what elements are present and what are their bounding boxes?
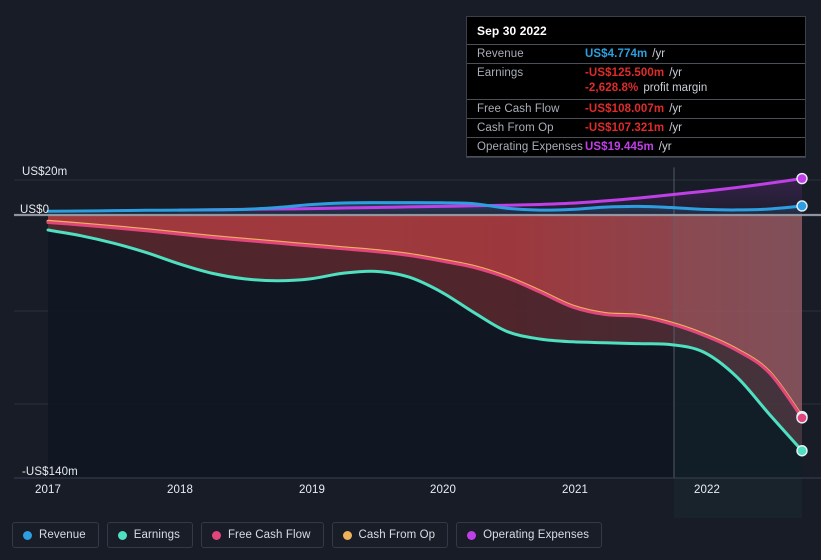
x-axis-label: 2017: [35, 484, 61, 496]
tooltip-rows: Revenue US$4.774m/yr Earnings -US$125.500m /…: [467, 44, 805, 156]
legend-item-label: Revenue: [39, 529, 86, 541]
legend-item-free-cash-flow[interactable]: Free Cash Flow: [200, 522, 324, 548]
tooltip-row-value: -2,628.8%: [585, 82, 639, 94]
tooltip-row-unit: /yr: [658, 141, 672, 153]
tooltip-row-unit: /yr: [669, 103, 682, 115]
tooltip-row-label: Revenue: [477, 48, 524, 60]
chart-legend: Revenue Earnings Free Cash Flow Cash From O…: [12, 522, 603, 548]
tooltip-row-value: US$4.774m: [585, 48, 648, 60]
tooltip-row: Operating Expenses US$19.445m/yr: [467, 137, 805, 156]
legend-item-cash-from-op[interactable]: Cash From Op: [331, 522, 449, 548]
legend-item-label: Earnings: [133, 529, 180, 541]
tooltip-date: Sep 30 2022: [477, 24, 547, 38]
legend-item-label: Free Cash Flow: [227, 529, 311, 541]
tooltip-row: Earnings -US$125.500m/yr: [467, 63, 805, 82]
data-tooltip: Sep 30 2022 Revenue US$4.774m/yr Earnings -…: [466, 16, 806, 158]
legend-color-dot-icon: [211, 530, 221, 540]
x-axis-label: 2020: [430, 484, 456, 496]
legend-color-dot-icon: [467, 530, 477, 540]
tooltip-row: Revenue US$4.774m/yr: [467, 44, 805, 63]
tooltip-row-label: Earnings: [477, 67, 524, 79]
x-axis-label: 2021: [562, 484, 588, 496]
tooltip-row-value: US$19.445m: [585, 141, 654, 153]
tooltip-row: -2,628.8% profit margin: [467, 82, 805, 99]
tooltip-row-label: Free Cash Flow: [477, 103, 560, 115]
financial-performance-chart: US$20m US$0 -US$140m 2017 2018 2019 2020 2021 2…: [0, 0, 821, 560]
y-axis-label: US$20m: [22, 166, 68, 178]
x-axis-label: 2019: [299, 484, 325, 496]
tooltip-row-unit: /yr: [669, 67, 682, 79]
legend-color-dot-icon: [23, 530, 32, 540]
tooltip-bottom-rule: [467, 156, 805, 157]
tooltip-row-value: -US$107.321m: [585, 122, 665, 134]
legend-item-operating-expenses[interactable]: Operating Expenses: [456, 522, 603, 548]
legend-item-label: Cash From Op: [358, 529, 436, 541]
tooltip-row-value: -US$125.500m: [585, 67, 665, 79]
tooltip-row-unit: /yr: [669, 122, 682, 134]
y-axis-label: US$0: [20, 204, 50, 216]
x-axis-label: 2018: [167, 484, 193, 496]
tooltip-row: Free Cash Flow -US$108.007m/yr: [467, 99, 805, 118]
legend-item-revenue[interactable]: Revenue: [12, 522, 99, 548]
legend-color-dot-icon: [342, 530, 352, 540]
tooltip-row-label: Cash From Op: [477, 122, 554, 134]
tooltip-row-value: -US$108.007m: [585, 103, 665, 115]
tooltip-row: Cash From Op -US$107.321m/yr: [467, 118, 805, 137]
tooltip-row-unit: profit margin: [643, 82, 708, 94]
x-axis-label: 2022: [694, 484, 720, 496]
legend-item-earnings[interactable]: Earnings: [106, 522, 193, 548]
legend-item-label: Operating Expenses: [483, 529, 590, 541]
y-axis-label: -US$140m: [22, 466, 78, 478]
tooltip-row-label: Operating Expenses: [477, 141, 584, 153]
tooltip-row-unit: /yr: [652, 48, 666, 60]
legend-color-dot-icon: [117, 530, 127, 540]
